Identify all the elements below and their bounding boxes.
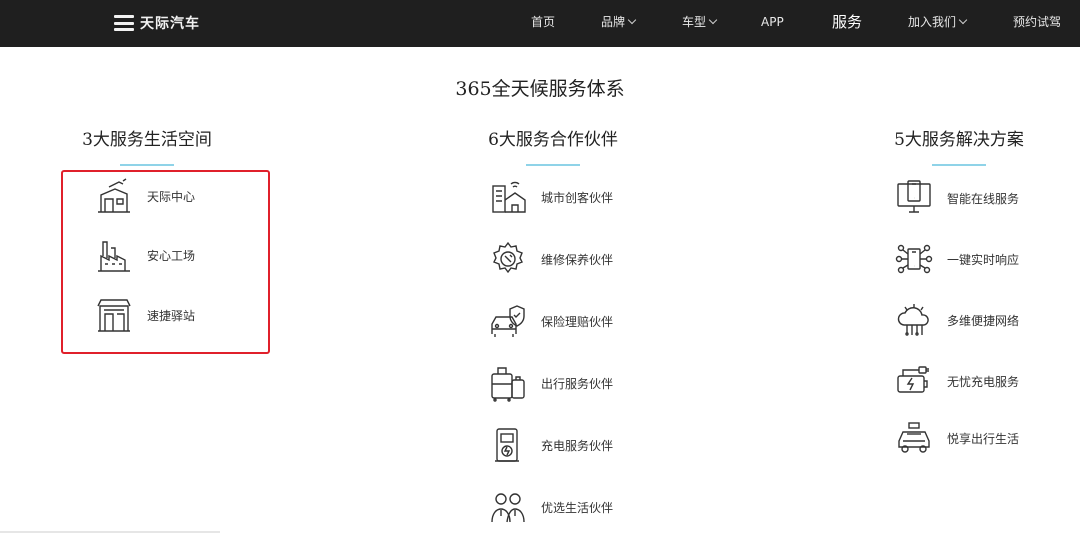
nav-item-models[interactable]: 车型 [682, 0, 718, 47]
title-underline [932, 164, 986, 166]
nav-item-brand[interactable]: 品牌 [601, 0, 637, 47]
car-shield-icon [491, 305, 525, 337]
station-icon [97, 299, 131, 332]
monitor-phone-icon [897, 180, 931, 213]
people-icon [491, 493, 525, 523]
chevron-down-icon [708, 15, 718, 25]
list-item[interactable]: 天际中心 [95, 177, 195, 215]
list-item[interactable]: 悦享出行生活 [895, 419, 1019, 457]
city-house-icon [492, 181, 526, 213]
column-title: 6大服务合作伙伴 [488, 130, 618, 150]
charging-pile-icon [495, 428, 519, 462]
divider [0, 531, 220, 533]
nav-item-test-drive[interactable]: 预约试驾 [1013, 0, 1061, 47]
list-item[interactable]: 优选生活伙伴 [489, 488, 613, 526]
network-phone-icon [895, 244, 933, 274]
nav-item-app[interactable]: APP [761, 0, 784, 47]
factory-icon [98, 241, 130, 272]
list-item[interactable]: 多维便捷网络 [895, 301, 1019, 339]
chevron-down-icon [958, 15, 968, 25]
column-solutions: 5大服务解决方案 [884, 125, 1034, 166]
luggage-icon [491, 367, 525, 402]
list-item[interactable]: 安心工场 [95, 236, 195, 274]
list-item[interactable]: 智能在线服务 [895, 179, 1019, 217]
column-title: 3大服务生活空间 [82, 130, 212, 150]
column-partners: 6大服务合作伙伴 [478, 125, 628, 166]
list-item[interactable]: 维修保养伙伴 [489, 240, 613, 278]
title-underline [120, 164, 174, 166]
list-item[interactable]: 一键实时响应 [895, 240, 1019, 278]
list-item[interactable]: 速捷驿站 [95, 296, 195, 334]
nav-item-home[interactable]: 首页 [531, 0, 555, 47]
list-item[interactable]: 无忧充电服务 [895, 362, 1019, 400]
nav-item-service[interactable]: 服务 [832, 0, 862, 47]
gear-wrench-icon [493, 241, 523, 274]
top-nav-bar: 天际汽车 首页 品牌 车型 APP 服务 加入我们 预约试驾 [0, 0, 1080, 47]
menu-icon[interactable] [114, 15, 134, 31]
list-item[interactable]: 城市创客伙伴 [489, 178, 613, 216]
nav-item-join-us[interactable]: 加入我们 [908, 0, 968, 47]
list-item[interactable]: 保险理赔伙伴 [489, 302, 613, 340]
cloud-network-icon [897, 304, 929, 336]
list-item[interactable]: 充电服务伙伴 [489, 426, 613, 464]
column-living-spaces: 3大服务生活空间 [72, 125, 222, 166]
building-icon [98, 178, 130, 213]
battery-plug-icon [897, 366, 929, 393]
list-item[interactable]: 出行服务伙伴 [489, 364, 613, 402]
brand-logo[interactable]: 天际汽车 [114, 12, 200, 34]
taxi-icon [898, 422, 930, 453]
page-title: 365全天候服务体系 [455, 78, 625, 100]
title-underline [526, 164, 580, 166]
brand-name: 天际汽车 [140, 16, 200, 32]
column-title: 5大服务解决方案 [894, 130, 1024, 150]
chevron-down-icon [627, 15, 637, 25]
